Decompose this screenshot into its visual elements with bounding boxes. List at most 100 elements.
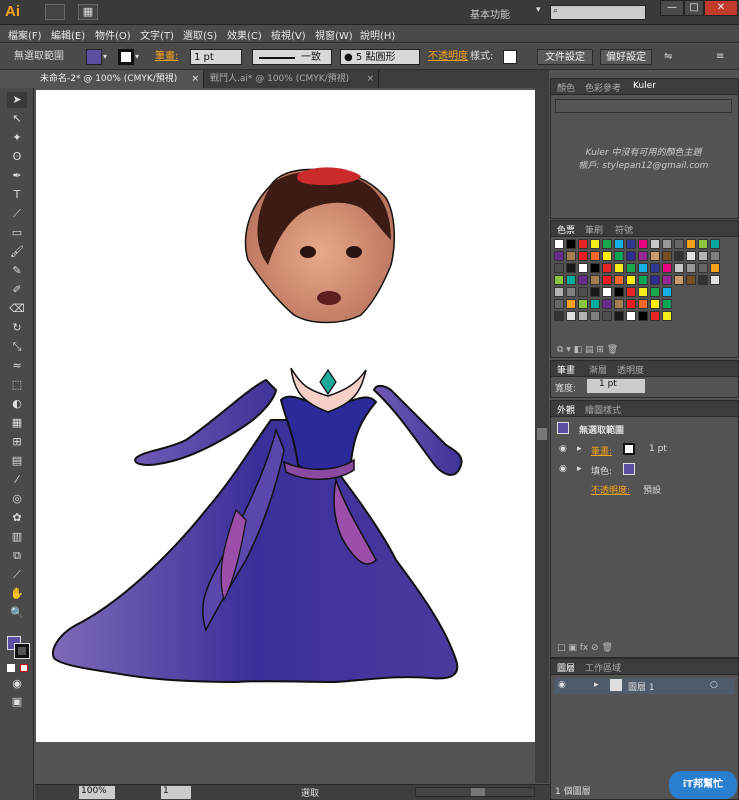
color-swatch[interactable]	[650, 239, 660, 249]
color-swatch[interactable]	[554, 251, 564, 261]
workspace-switcher[interactable]: 基本功能	[470, 6, 540, 21]
color-swatch[interactable]	[554, 239, 564, 249]
chevron-down-icon[interactable]: ▾	[103, 49, 107, 65]
scale-tool-icon[interactable]: ⤡	[7, 339, 27, 355]
color-swatch[interactable]	[590, 311, 600, 321]
color-swatch[interactable]	[614, 275, 624, 285]
tab-transparency[interactable]: 透明度	[617, 363, 644, 376]
slice-tool-icon[interactable]: ⟋	[7, 567, 27, 583]
shape-builder-tool-icon[interactable]: ◐	[7, 396, 27, 412]
blend-tool-icon[interactable]: ◎	[7, 491, 27, 507]
zoom-level-input[interactable]: 100%	[79, 786, 115, 799]
color-swatch[interactable]	[662, 239, 672, 249]
color-swatch[interactable]	[566, 263, 576, 273]
color-swatch[interactable]	[566, 311, 576, 321]
color-swatch[interactable]	[710, 263, 720, 273]
color-swatch[interactable]	[638, 299, 648, 309]
blob-brush-tool-icon[interactable]: ✐	[7, 282, 27, 298]
color-swatch[interactable]	[686, 263, 696, 273]
stroke-weight-field[interactable]: 1 pt	[587, 379, 645, 393]
color-swatch[interactable]	[638, 287, 648, 297]
color-swatch[interactable]	[566, 287, 576, 297]
perspective-grid-tool-icon[interactable]: ▦	[7, 415, 27, 431]
maximize-button[interactable]: □	[684, 0, 704, 16]
color-swatch[interactable]	[662, 251, 672, 261]
tab-brushes[interactable]: 筆刷	[585, 223, 603, 236]
appearance-stroke-label[interactable]: 筆畫:	[591, 444, 612, 457]
gradient-tool-icon[interactable]: ▤	[7, 453, 27, 469]
hand-tool-icon[interactable]: ✋	[7, 586, 27, 602]
appearance-footer-icons[interactable]: □ ▣ fx ⊘ 🗑	[557, 643, 613, 653]
color-swatch[interactable]	[686, 239, 696, 249]
tab-graphic-styles[interactable]: 繪圖樣式	[585, 403, 621, 416]
tab-kuler[interactable]: Kuler	[633, 81, 656, 91]
tab-document-1[interactable]: 未命名-2* @ 100% (CMYK/預視) ×	[34, 70, 204, 88]
panel-menu-icon[interactable]: ≡	[716, 49, 724, 65]
horizontal-scrollbar[interactable]	[415, 787, 535, 797]
preferences-button[interactable]: 偏好設定	[600, 49, 652, 65]
color-swatch[interactable]	[578, 299, 588, 309]
color-swatch[interactable]	[554, 311, 564, 321]
color-swatch[interactable]	[566, 239, 576, 249]
color-swatch[interactable]	[674, 263, 684, 273]
expand-arrow-icon[interactable]: ▸	[594, 680, 599, 690]
color-swatch[interactable]	[650, 287, 660, 297]
menu-view[interactable]: 檢視(V)	[271, 27, 306, 42]
layer-name[interactable]: 圖層 1	[628, 680, 655, 693]
color-swatch[interactable]	[698, 275, 708, 285]
tab-document-2[interactable]: 戰鬥人.ai* @ 100% (CMYK/預視) ×	[204, 70, 379, 88]
rectangle-tool-icon[interactable]: ▭	[7, 225, 27, 241]
search-input[interactable]: ⌕	[550, 5, 646, 20]
color-swatch[interactable]	[638, 311, 648, 321]
color-swatch[interactable]	[578, 287, 588, 297]
swatch-library-icon[interactable]: ⧉ ▾ ◧ ▤ ⊞ 🗑	[557, 345, 618, 355]
swatch-grid[interactable]	[554, 239, 724, 339]
bridge-button[interactable]	[45, 4, 65, 20]
screen-mode-icon[interactable]: ▣	[7, 694, 27, 710]
color-swatch[interactable]	[590, 299, 600, 309]
tab-gradient[interactable]: 漸層	[589, 363, 607, 376]
color-swatch[interactable]	[566, 275, 576, 285]
tab-layers[interactable]: 圖層	[557, 661, 575, 674]
magic-wand-tool-icon[interactable]: ✦	[7, 130, 27, 146]
color-swatch[interactable]	[614, 239, 624, 249]
color-swatch[interactable]	[602, 239, 612, 249]
color-swatch[interactable]	[650, 251, 660, 261]
menu-type[interactable]: 文字(T)	[140, 27, 174, 42]
color-swatch[interactable]	[698, 251, 708, 261]
color-swatch[interactable]	[650, 275, 660, 285]
color-swatch[interactable]	[590, 275, 600, 285]
color-swatch[interactable]	[602, 299, 612, 309]
eraser-tool-icon[interactable]: ⌫	[7, 301, 27, 317]
visibility-eye-icon[interactable]: ◉	[559, 464, 567, 474]
color-swatch[interactable]	[674, 275, 684, 285]
graph-tool-icon[interactable]: ▥	[7, 529, 27, 545]
color-swatch[interactable]	[578, 239, 588, 249]
color-swatch[interactable]	[602, 275, 612, 285]
color-swatch[interactable]	[590, 287, 600, 297]
symbol-sprayer-tool-icon[interactable]: ✿	[7, 510, 27, 526]
opacity-label[interactable]: 不透明度	[428, 49, 468, 65]
menu-edit[interactable]: 編輯(E)	[51, 27, 85, 42]
appearance-fill-swatch[interactable]	[623, 463, 635, 475]
line-style-select[interactable]: 一致	[252, 49, 332, 65]
free-transform-tool-icon[interactable]: ⬚	[7, 377, 27, 393]
tab-swatches[interactable]: 色票	[557, 223, 575, 236]
pencil-tool-icon[interactable]: ✎	[7, 263, 27, 279]
color-swatch[interactable]	[602, 311, 612, 321]
draw-mode-icon[interactable]: ◉	[7, 676, 27, 692]
color-swatch[interactable]	[638, 239, 648, 249]
arrange-documents-button[interactable]: ▦	[78, 4, 98, 20]
menu-window[interactable]: 視窗(W)	[315, 27, 353, 42]
stroke-label[interactable]: 筆畫:	[155, 49, 178, 65]
brush-select[interactable]: ● 5 點圓形	[340, 49, 420, 65]
none-button[interactable]	[20, 664, 28, 672]
eyedropper-tool-icon[interactable]: ⁄	[7, 472, 27, 488]
artboard-tool-icon[interactable]: ⧉	[7, 548, 27, 564]
color-swatch[interactable]	[626, 263, 636, 273]
color-swatch[interactable]	[590, 251, 600, 261]
color-swatch[interactable]	[602, 263, 612, 273]
color-swatch[interactable]	[686, 275, 696, 285]
visibility-eye-icon[interactable]: ◉	[559, 444, 567, 454]
selection-tool-icon[interactable]: ➤	[7, 92, 27, 108]
